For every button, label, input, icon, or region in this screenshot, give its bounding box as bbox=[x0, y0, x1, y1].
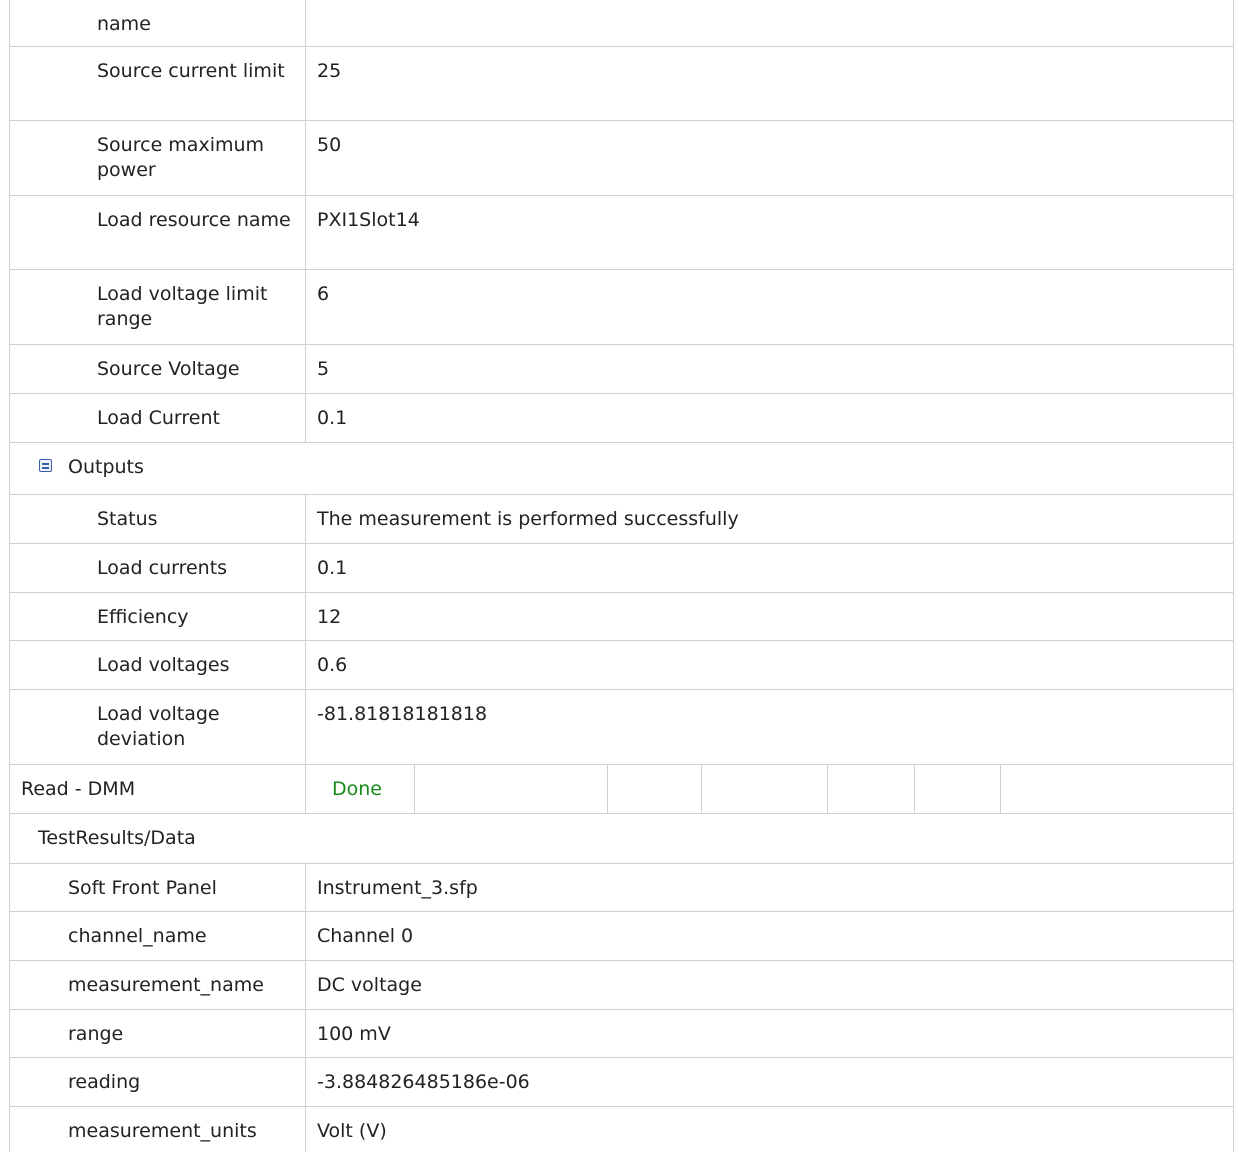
input-value: 6 bbox=[317, 283, 330, 305]
output-row-load-voltages: Load voltages 0.6 bbox=[9, 641, 1234, 690]
input-row-source-current-limit: Source current limit 25 bbox=[9, 47, 1234, 121]
result-label: measurement_name bbox=[9, 961, 306, 1009]
step-status-cell: Done bbox=[306, 765, 415, 813]
result-row-range: range 100 mV bbox=[9, 1010, 1234, 1058]
output-label: Efficiency bbox=[9, 593, 306, 640]
result-value: 100 mV bbox=[317, 1023, 391, 1045]
input-label: Load voltage limit range bbox=[9, 270, 306, 344]
output-value: -81.81818181818 bbox=[317, 703, 488, 725]
output-value: 12 bbox=[317, 606, 342, 628]
input-value bbox=[306, 0, 1234, 46]
input-value: 0.1 bbox=[317, 407, 348, 429]
input-row-name: name bbox=[9, 0, 1234, 47]
result-label: channel_name bbox=[9, 912, 306, 960]
output-value: 0.6 bbox=[317, 654, 348, 676]
input-label: Source maximum power bbox=[9, 121, 306, 195]
input-row-load-current: Load Current 0.1 bbox=[9, 394, 1234, 443]
input-value: 50 bbox=[317, 134, 342, 156]
step-cell-empty bbox=[415, 765, 608, 813]
output-row-load-voltage-deviation: Load voltage deviation -81.81818181818 bbox=[9, 690, 1234, 765]
outputs-section-label: Outputs bbox=[68, 456, 144, 478]
step-cell-empty bbox=[828, 765, 915, 813]
input-row-load-resource-name: Load resource name PXI1Slot14 bbox=[9, 196, 1234, 270]
input-label: name bbox=[9, 0, 306, 46]
input-row-source-voltage: Source Voltage 5 bbox=[9, 345, 1234, 394]
result-value: Channel 0 bbox=[317, 925, 414, 947]
result-label: measurement_units bbox=[9, 1107, 306, 1152]
input-row-load-voltage-limit-range: Load voltage limit range 6 bbox=[9, 270, 1234, 345]
output-label: Load voltages bbox=[9, 641, 306, 689]
result-value: -3.884826485186e-06 bbox=[317, 1071, 530, 1093]
step-status: Done bbox=[332, 778, 382, 800]
collapse-icon[interactable] bbox=[39, 459, 52, 472]
result-row-soft-front-panel: Soft Front Panel Instrument_3.sfp bbox=[9, 864, 1234, 912]
output-value: 0.1 bbox=[317, 557, 348, 579]
result-label: range bbox=[9, 1010, 306, 1057]
output-label: Load currents bbox=[9, 544, 306, 592]
step-name: Read - DMM bbox=[9, 765, 306, 813]
output-label: Status bbox=[9, 495, 306, 543]
output-row-load-currents: Load currents 0.1 bbox=[9, 544, 1234, 593]
outputs-section-header[interactable]: Outputs bbox=[9, 443, 1234, 495]
output-label: Load voltage deviation bbox=[9, 690, 306, 764]
result-label: Soft Front Panel bbox=[9, 864, 306, 911]
input-value: 5 bbox=[317, 358, 330, 380]
result-value: Instrument_3.sfp bbox=[317, 877, 478, 899]
test-results-section-label: TestResults/Data bbox=[38, 827, 196, 849]
result-value: Volt (V) bbox=[317, 1120, 387, 1142]
input-value: 25 bbox=[317, 60, 342, 82]
input-value: PXI1Slot14 bbox=[317, 209, 420, 231]
test-results-section-header: TestResults/Data bbox=[9, 814, 1234, 864]
result-row-channel-name: channel_name Channel 0 bbox=[9, 912, 1234, 961]
step-cell-empty bbox=[915, 765, 1001, 813]
input-label: Source current limit bbox=[9, 47, 306, 120]
result-row-measurement-units: measurement_units Volt (V) bbox=[9, 1107, 1234, 1152]
output-row-status: Status The measurement is performed succ… bbox=[9, 495, 1234, 544]
output-value: The measurement is performed successfull… bbox=[317, 508, 739, 530]
output-row-efficiency: Efficiency 12 bbox=[9, 593, 1234, 641]
result-row-measurement-name: measurement_name DC voltage bbox=[9, 961, 1234, 1010]
input-label: Source Voltage bbox=[9, 345, 306, 393]
input-row-source-maximum-power: Source maximum power 50 bbox=[9, 121, 1234, 196]
result-value: DC voltage bbox=[317, 974, 422, 996]
input-label: Load resource name bbox=[9, 196, 306, 269]
result-label: reading bbox=[9, 1058, 306, 1106]
step-row-read-dmm[interactable]: Read - DMM Done bbox=[9, 765, 1234, 814]
report-view: name Source current limit 25 Source maxi… bbox=[0, 0, 1241, 1152]
step-cell-empty bbox=[608, 765, 702, 813]
step-cell-empty bbox=[702, 765, 828, 813]
input-label: Load Current bbox=[9, 394, 306, 442]
result-row-reading: reading -3.884826485186e-06 bbox=[9, 1058, 1234, 1107]
